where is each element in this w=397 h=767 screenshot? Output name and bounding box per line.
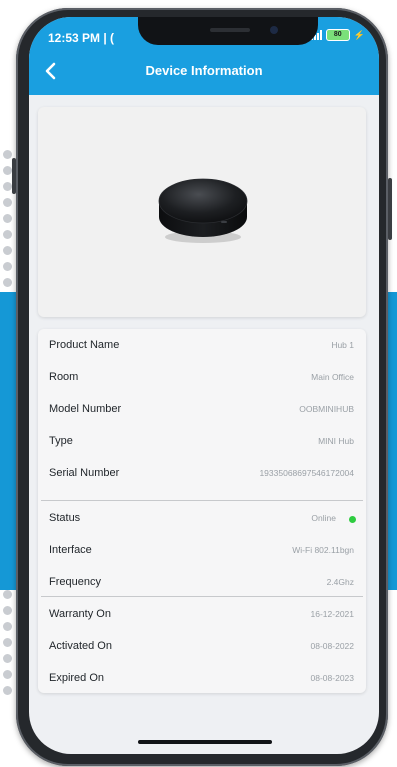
status-value: Online bbox=[311, 513, 336, 523]
info-value: MINI Hub bbox=[318, 436, 354, 446]
info-label: Model Number bbox=[49, 403, 122, 415]
notch bbox=[138, 17, 318, 45]
info-row-model-number: Model Number OOBMINIHUB bbox=[38, 394, 366, 426]
info-value: 19335068697546172004 bbox=[259, 468, 354, 478]
power-button bbox=[388, 178, 392, 240]
info-row-type: Type MINI Hub bbox=[38, 426, 366, 458]
info-label: Interface bbox=[49, 544, 92, 556]
info-label: Product Name bbox=[49, 339, 120, 351]
info-label: Warranty On bbox=[49, 608, 111, 620]
info-row-serial-number: Serial Number 19335068697546172004 bbox=[38, 458, 366, 490]
info-row-interface: Interface Wi-Fi 802.11bgn bbox=[38, 535, 366, 567]
info-value: 08-08-2023 bbox=[310, 673, 354, 683]
info-label: Room bbox=[49, 371, 79, 383]
device-image-card bbox=[38, 107, 366, 317]
phone-screen: 12:53 PM | ( 80 ⚡ Device Information Pro… bbox=[29, 17, 379, 754]
info-value: 16-12-2021 bbox=[310, 609, 354, 619]
info-value: Main Office bbox=[311, 372, 354, 382]
info-label: Type bbox=[49, 435, 73, 447]
info-row-room: Room Main Office bbox=[38, 362, 366, 394]
info-value: OOBMINIHUB bbox=[299, 404, 354, 414]
info-value: 08-08-2022 bbox=[310, 641, 354, 651]
info-label: Frequency bbox=[49, 576, 101, 588]
section-divider bbox=[41, 500, 363, 501]
section-divider bbox=[41, 596, 363, 597]
info-row-frequency: Frequency 2.4Ghz bbox=[38, 567, 366, 599]
online-status-dot bbox=[349, 516, 356, 523]
info-label: Serial Number bbox=[49, 467, 120, 479]
speaker bbox=[210, 28, 250, 32]
decorative-dots bbox=[3, 150, 15, 710]
info-value: Wi-Fi 802.11bgn bbox=[292, 545, 354, 555]
info-row-product-name: Product Name Hub 1 bbox=[38, 330, 366, 362]
battery-icon: 80 bbox=[325, 29, 350, 41]
battery-level: 80 bbox=[333, 31, 342, 38]
info-row-status: Status Online bbox=[38, 503, 366, 535]
charging-icon: ⚡ bbox=[353, 29, 365, 40]
device-info-card: Product Name Hub 1 Room Main Office Mode… bbox=[38, 329, 366, 693]
info-row-warranty-on: Warranty On 16-12-2021 bbox=[38, 599, 366, 631]
info-value: Hub 1 bbox=[331, 340, 354, 350]
info-value: 2.4Ghz bbox=[326, 577, 354, 587]
info-row-activated-on: Activated On 08-08-2022 bbox=[38, 631, 366, 663]
volume-button bbox=[12, 158, 16, 194]
info-label: Status bbox=[49, 512, 81, 524]
status-time: 12:53 PM | ( bbox=[48, 31, 115, 45]
info-label: Expired On bbox=[49, 672, 105, 684]
page: 12:53 PM | ( 80 ⚡ Device Information Pro… bbox=[0, 0, 397, 767]
page-title: Device Information bbox=[145, 63, 263, 78]
info-row-expired-on: Expired On 08-08-2023 bbox=[38, 663, 366, 695]
front-camera bbox=[270, 26, 278, 34]
info-label: Activated On bbox=[49, 640, 112, 652]
home-indicator[interactable] bbox=[138, 740, 272, 744]
hub-device-image bbox=[158, 178, 248, 243]
